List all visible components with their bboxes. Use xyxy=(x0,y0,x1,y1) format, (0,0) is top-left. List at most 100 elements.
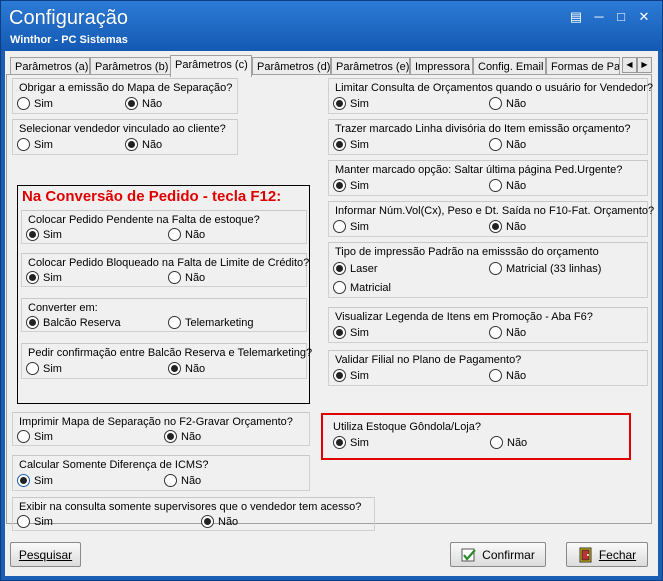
group-visualizar-legenda: Visualizar Legenda de Itens em Promoção … xyxy=(328,307,648,343)
title-bar: Configuração Winthor - PC Sistemas ▤ ─ □… xyxy=(1,1,662,51)
group-selecionar-vendedor: Selecionar vendedor vinculado ao cliente… xyxy=(12,119,238,155)
radio-icon xyxy=(201,515,214,528)
tab-parametros-c[interactable]: Parâmetros (c) xyxy=(170,55,252,77)
radio-nao[interactable]: Não xyxy=(489,326,526,339)
radio-sim[interactable]: Sim xyxy=(333,97,369,110)
radio-sim[interactable]: Sim xyxy=(17,430,53,443)
radio-sim[interactable]: Sim xyxy=(333,138,369,151)
restore-icon[interactable]: ▤ xyxy=(567,9,585,25)
group-pedido-pendente: Colocar Pedido Pendente na Falta de esto… xyxy=(21,210,307,244)
group-manter-marcado: Manter marcado opção: Saltar última pági… xyxy=(328,160,648,196)
radio-icon xyxy=(333,326,346,339)
fechar-label: Fechar xyxy=(598,547,637,562)
group-converter-em: Converter em: Balcão Reserva Telemarketi… xyxy=(21,298,307,332)
radio-sim[interactable]: Sim xyxy=(17,138,53,151)
tab-impressora[interactable]: Impressora xyxy=(410,57,473,75)
group-informar-num: Informar Núm.Vol(Cx), Peso e Dt. Saída n… xyxy=(328,201,654,237)
radio-icon xyxy=(490,436,503,449)
group-trazer-linha: Trazer marcado Linha divisória do Item e… xyxy=(328,119,648,155)
radio-nao[interactable]: Não xyxy=(489,97,526,110)
maximize-icon[interactable]: □ xyxy=(612,9,630,25)
conversao-pedido-box: Na Conversão de Pedido - tecla F12: Colo… xyxy=(17,185,312,404)
check-icon xyxy=(461,548,476,561)
fechar-button[interactable]: Fechar xyxy=(566,542,648,567)
radio-sim[interactable]: Sim xyxy=(17,97,53,110)
close-icon[interactable]: ✕ xyxy=(635,9,653,25)
tab-parametros-a[interactable]: Parâmetros (a) xyxy=(10,57,90,75)
radio-icon xyxy=(17,474,30,487)
tab-parametros-b[interactable]: Parâmetros (b) xyxy=(90,57,171,75)
radio-icon xyxy=(17,97,30,110)
confirmar-label: Confirmar xyxy=(482,547,535,562)
radio-icon xyxy=(26,362,39,375)
question-label: Trazer marcado Linha divisória do Item e… xyxy=(335,123,631,135)
radio-nao[interactable]: Não xyxy=(164,474,201,487)
question-label: Limitar Consulta de Orçamentos quando o … xyxy=(335,82,653,94)
radio-sim[interactable]: Sim xyxy=(26,228,62,241)
tab-config-email[interactable]: Config. Email xyxy=(473,57,546,75)
tab-formas-pagamento[interactable]: Formas de Pa xyxy=(546,57,620,75)
radio-nao[interactable]: Não xyxy=(125,138,162,151)
radio-icon xyxy=(26,316,39,329)
tab-panel: Obrigar a emissão do Mapa de Separação? … xyxy=(6,74,654,531)
radio-nao[interactable]: Não xyxy=(489,138,526,151)
radio-nao[interactable]: Não xyxy=(489,179,526,192)
radio-sim[interactable]: Sim xyxy=(17,515,53,528)
confirmar-button[interactable]: Confirmar xyxy=(450,542,546,567)
highlight-box: Utiliza Estoque Gôndola/Loja? Sim Não xyxy=(321,413,631,460)
radio-icon xyxy=(168,362,181,375)
scroll-left-icon[interactable]: ◀ xyxy=(622,57,637,73)
group-limitar-consulta: Limitar Consulta de Orçamentos quando o … xyxy=(328,78,653,114)
radio-icon xyxy=(164,474,177,487)
window-title: Configuração xyxy=(9,7,128,29)
radio-matricial[interactable]: Matricial xyxy=(333,281,391,294)
radio-icon xyxy=(17,430,30,443)
radio-nao[interactable]: Não xyxy=(164,430,201,443)
radio-icon xyxy=(26,271,39,284)
radio-balcao-reserva[interactable]: Balcão Reserva xyxy=(26,316,121,329)
radio-laser[interactable]: Laser xyxy=(333,262,378,275)
radio-icon xyxy=(489,220,502,233)
radio-nao[interactable]: Não xyxy=(168,271,205,284)
minimize-icon[interactable]: ─ xyxy=(590,9,608,25)
radio-matricial-33[interactable]: Matricial (33 linhas) xyxy=(489,262,601,275)
group-obrigar-mapa: Obrigar a emissão do Mapa de Separação? … xyxy=(12,78,238,114)
radio-sim[interactable]: Sim xyxy=(17,474,53,487)
radio-sim[interactable]: Sim xyxy=(333,369,369,382)
tab-parametros-d[interactable]: Parâmetros (d) xyxy=(252,57,331,75)
radio-sim[interactable]: Sim xyxy=(333,326,369,339)
radio-nao[interactable]: Não xyxy=(489,369,526,382)
radio-icon xyxy=(17,138,30,151)
group-validar-filial: Validar Filial no Plano de Pagamento? Si… xyxy=(328,350,648,386)
question-label: Calcular Somente Diferença de ICMS? xyxy=(19,459,209,471)
tab-parametros-e[interactable]: Parâmetros (e) xyxy=(331,57,410,75)
radio-nao[interactable]: Não xyxy=(168,228,205,241)
radio-sim[interactable]: Sim xyxy=(26,362,62,375)
radio-sim[interactable]: Sim xyxy=(26,271,62,284)
radio-icon xyxy=(17,515,30,528)
radio-nao[interactable]: Não xyxy=(201,515,238,528)
radio-icon xyxy=(333,281,346,294)
group-calcular-icms: Calcular Somente Diferença de ICMS? Sim … xyxy=(12,455,310,491)
radio-icon xyxy=(125,138,138,151)
radio-telemarketing[interactable]: Telemarketing xyxy=(168,316,253,329)
radio-nao[interactable]: Não xyxy=(490,436,527,449)
window-subtitle: Winthor - PC Sistemas xyxy=(10,34,128,46)
tab-bar: Parâmetros (a) Parâmetros (b) Parâmetros… xyxy=(5,55,658,77)
radio-nao[interactable]: Não xyxy=(168,362,205,375)
radio-sim[interactable]: Sim xyxy=(333,436,369,449)
radio-icon xyxy=(489,179,502,192)
question-label: Colocar Pedido Pendente na Falta de esto… xyxy=(28,214,260,226)
question-label: Utiliza Estoque Gôndola/Loja? xyxy=(333,421,481,433)
radio-sim[interactable]: Sim xyxy=(333,179,369,192)
question-label: Manter marcado opção: Saltar última pági… xyxy=(335,164,623,176)
radio-sim[interactable]: Sim xyxy=(333,220,369,233)
scroll-right-icon[interactable]: ▶ xyxy=(637,57,652,73)
door-icon xyxy=(579,547,592,562)
pesquisar-button[interactable]: Pesquisar xyxy=(10,542,81,567)
radio-icon xyxy=(168,228,181,241)
question-label: Exibir na consulta somente supervisores … xyxy=(19,501,362,513)
radio-nao[interactable]: Não xyxy=(489,220,526,233)
radio-nao[interactable]: Não xyxy=(125,97,162,110)
pesquisar-label: Pesquisar xyxy=(18,547,73,562)
